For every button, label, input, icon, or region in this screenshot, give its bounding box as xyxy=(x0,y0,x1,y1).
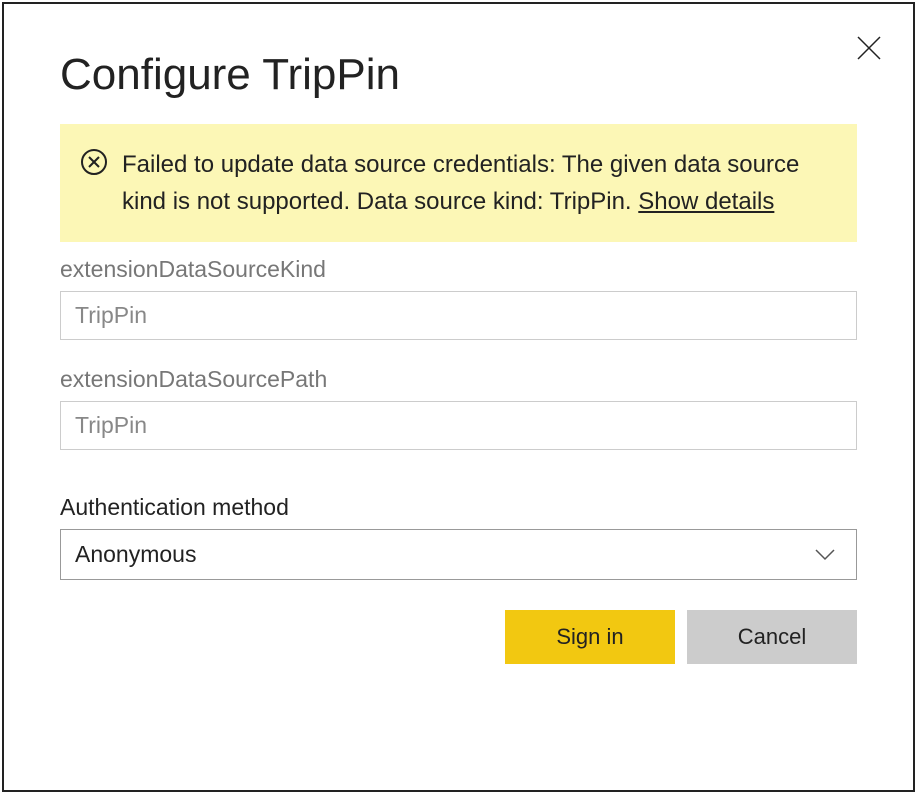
button-row: Sign in Cancel xyxy=(60,610,857,664)
field-label-path: extensionDataSourcePath xyxy=(60,366,857,393)
field-label-kind: extensionDataSourceKind xyxy=(60,256,857,283)
sign-in-button[interactable]: Sign in xyxy=(505,610,675,664)
chevron-down-icon xyxy=(814,541,836,568)
error-message: Failed to update data source credentials… xyxy=(122,146,833,220)
error-icon xyxy=(80,148,108,181)
cancel-button[interactable]: Cancel xyxy=(687,610,857,664)
extension-datasource-kind-input[interactable] xyxy=(60,291,857,340)
dialog-title: Configure TripPin xyxy=(60,50,857,100)
auth-method-value: Anonymous xyxy=(75,541,196,568)
auth-method-select[interactable]: Anonymous xyxy=(60,529,857,580)
error-banner: Failed to update data source credentials… xyxy=(60,124,857,242)
close-icon xyxy=(856,35,882,61)
extension-datasource-path-input[interactable] xyxy=(60,401,857,450)
field-label-auth: Authentication method xyxy=(60,494,857,521)
show-details-link[interactable]: Show details xyxy=(638,188,774,215)
close-button[interactable] xyxy=(855,34,883,62)
configure-dialog: Configure TripPin Failed to update data … xyxy=(2,2,915,792)
